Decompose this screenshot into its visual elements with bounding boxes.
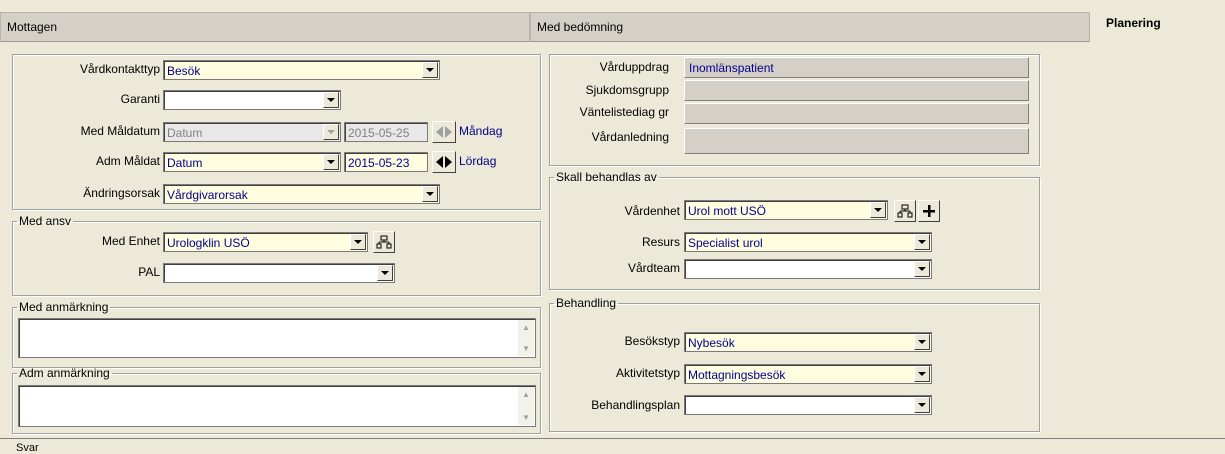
- garanti-select[interactable]: [163, 90, 341, 110]
- org-tree-icon[interactable]: [373, 231, 395, 253]
- vardanledning-label: Vårdanledning: [591, 130, 669, 144]
- pal-select[interactable]: [163, 263, 395, 283]
- adm-maldat-date[interactable]: 2015-05-23: [344, 152, 428, 172]
- tab-mottagen[interactable]: Mottagen: [0, 12, 530, 42]
- org-tree-icon[interactable]: [894, 200, 916, 222]
- chevron-down-icon[interactable]: [350, 234, 366, 250]
- add-icon[interactable]: [918, 200, 940, 222]
- vantelistediag-label: Väntelistediag gr: [579, 105, 669, 119]
- andringsorsak-select[interactable]: Vårdgivarorsak: [163, 184, 440, 204]
- chevron-down-icon[interactable]: [377, 265, 393, 281]
- adm-anmarkning-legend: Adm anmärkning: [19, 366, 110, 380]
- besokstyp-value: Nybesök: [688, 336, 735, 350]
- svar-legend: Svar: [16, 442, 39, 454]
- chevron-down-icon[interactable]: [914, 334, 930, 350]
- vardanledning-value: [684, 128, 1029, 154]
- andringsorsak-label: Ändringsorsak: [83, 186, 160, 200]
- med-maldatum-day: Måndag: [459, 124, 503, 138]
- chevron-down-icon[interactable]: [914, 261, 930, 277]
- adm-maldat-value: Datum: [167, 156, 203, 170]
- besokstyp-label: Besökstyp: [624, 334, 680, 348]
- vardkontakttyp-label: Vårdkontakttyp: [79, 62, 160, 76]
- sjukdomsgrupp-label: Sjukdomsgrupp: [585, 83, 669, 97]
- med-maldatum-value: Datum: [167, 126, 203, 140]
- chevron-down-icon[interactable]: [914, 366, 930, 382]
- pal-label: PAL: [138, 265, 160, 279]
- chevron-down-icon[interactable]: [323, 92, 339, 108]
- med-anmarkning-textarea[interactable]: ▲ ▼: [18, 318, 536, 358]
- scrollbar[interactable]: ▲ ▼: [518, 387, 534, 425]
- vardkontakttyp-value: Besök: [167, 64, 201, 78]
- med-ansv-group: Med ansv: [12, 214, 541, 296]
- vardteam-label: Vårdteam: [627, 261, 680, 275]
- vardenhet-label: Vårdenhet: [624, 204, 680, 218]
- chevron-down-icon[interactable]: [914, 397, 930, 413]
- aktivitetstyp-label: Aktivitetstyp: [615, 366, 680, 380]
- date-arrows-disabled-icon: [432, 121, 456, 143]
- chevron-down-icon[interactable]: [870, 202, 886, 218]
- resurs-select[interactable]: Specialist urol: [684, 232, 932, 252]
- tab-med-bedomning[interactable]: Med bedömning: [530, 12, 1090, 42]
- med-ansv-legend: Med ansv: [19, 214, 72, 228]
- behandlingsplan-select[interactable]: [684, 395, 932, 415]
- adm-anmarkning-textarea[interactable]: ▲ ▼: [18, 385, 536, 427]
- med-maldatum-date: 2015-05-25: [344, 122, 428, 142]
- garanti-label: Garanti: [120, 92, 160, 106]
- adm-maldat-select[interactable]: Datum: [163, 152, 341, 172]
- sjukdomsgrupp-value: [684, 80, 1029, 101]
- chevron-down-icon: [323, 124, 339, 140]
- chevron-down-icon[interactable]: [323, 154, 339, 170]
- skall-behandlas-av-legend: Skall behandlas av: [556, 170, 657, 184]
- vardenhet-value: Urol mott USÖ: [688, 204, 767, 218]
- behandling-legend: Behandling: [556, 296, 617, 310]
- med-maldatum-select: Datum: [163, 122, 341, 142]
- date-arrows-icon[interactable]: [432, 151, 456, 173]
- vardteam-select[interactable]: [684, 259, 932, 279]
- chevron-down-icon[interactable]: [422, 186, 438, 202]
- scrollbar[interactable]: ▲ ▼: [518, 320, 534, 356]
- tab-planering[interactable]: Planering: [1100, 12, 1220, 42]
- med-anmarkning-legend: Med anmärkning: [19, 300, 109, 314]
- varduppdrag-label: Vårduppdrag: [599, 60, 669, 74]
- med-enhet-label: Med Enhet: [101, 234, 160, 248]
- varduppdrag-value: Inomlänspatient: [684, 57, 1029, 78]
- resurs-label: Resurs: [641, 235, 680, 249]
- andringsorsak-value: Vårdgivarorsak: [167, 188, 248, 202]
- adm-maldat-label: Adm Måldat: [95, 154, 160, 168]
- med-enhet-select[interactable]: Urologklin USÖ: [163, 232, 368, 252]
- vardenhet-select[interactable]: Urol mott USÖ: [684, 200, 888, 220]
- med-maldatum-label: Med Måldatum: [80, 124, 160, 138]
- med-enhet-value: Urologklin USÖ: [167, 236, 250, 250]
- besokstyp-select[interactable]: Nybesök: [684, 332, 932, 352]
- vantelistediag-value: [684, 103, 1029, 124]
- aktivitetstyp-value: Mottagningsbesök: [688, 368, 786, 382]
- resurs-value: Specialist urol: [688, 236, 763, 250]
- adm-maldat-day: Lördag: [459, 154, 497, 168]
- chevron-down-icon[interactable]: [914, 234, 930, 250]
- planering-pane: Vårdkontakttyp Besök Garanti Med Måldatu…: [0, 42, 1225, 438]
- svar-section: Svar: [0, 438, 1225, 454]
- aktivitetstyp-select[interactable]: Mottagningsbesök: [684, 364, 932, 384]
- vardkontakttyp-select[interactable]: Besök: [163, 60, 440, 80]
- behandlingsplan-label: Behandlingsplan: [591, 398, 680, 412]
- chevron-down-icon[interactable]: [422, 62, 438, 78]
